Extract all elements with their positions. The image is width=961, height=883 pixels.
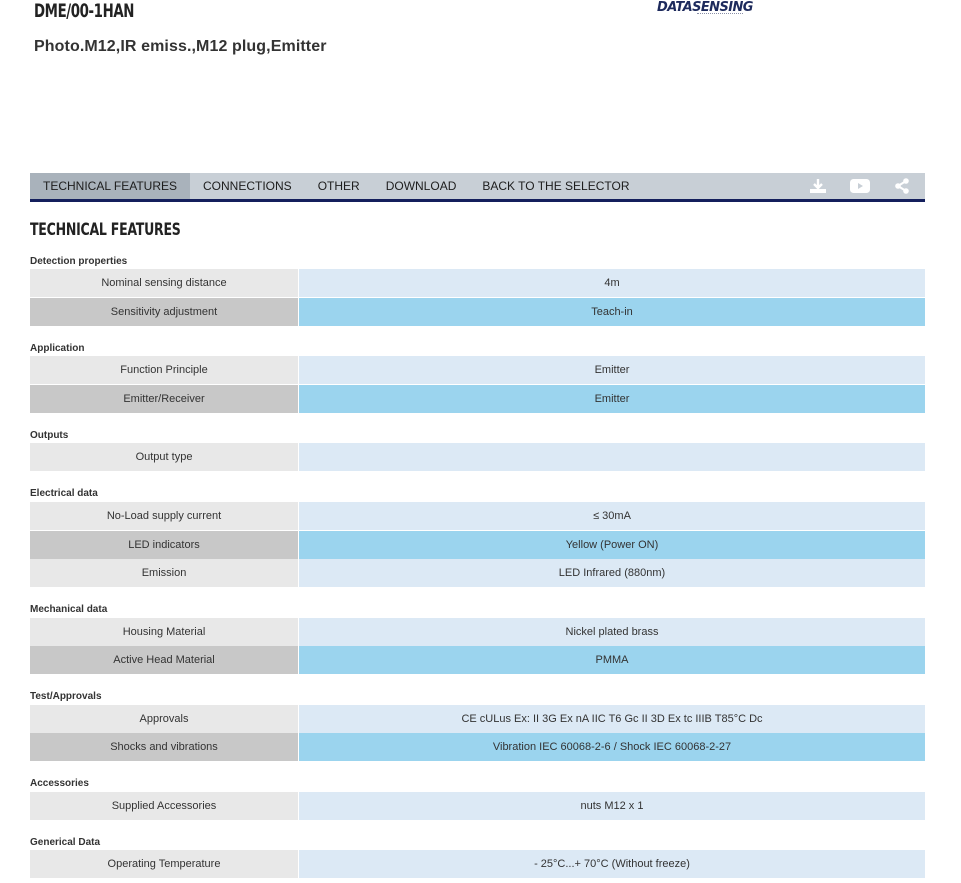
- row-value: - 25°C...+ 70°C (Without freeze): [299, 850, 925, 878]
- row-value: [299, 443, 925, 471]
- table-row: Emission LED Infrared (880nm): [30, 559, 925, 587]
- group-title-test-approvals: Test/Approvals: [30, 691, 102, 702]
- group-title-mechanical-data: Mechanical data: [30, 604, 108, 615]
- table-row: Housing Material Nickel plated brass: [30, 618, 925, 646]
- datasensing-logo[interactable]: DATASENSING: [657, 0, 753, 20]
- row-value: CE cULus Ex: II 3G Ex nA IIC T6 Gc II 3D…: [299, 705, 925, 733]
- tab-connections[interactable]: CONNECTIONS: [190, 173, 305, 199]
- row-value: Teach-in: [299, 298, 925, 326]
- row-label: No-Load supply current: [30, 502, 299, 530]
- row-label: Function Principle: [30, 356, 299, 384]
- table-row: Approvals CE cULus Ex: II 3G Ex nA IIC T…: [30, 705, 925, 733]
- group-title-detection-properties: Detection properties: [30, 256, 128, 267]
- row-label: LED indicators: [30, 531, 299, 559]
- row-value: PMMA: [299, 646, 925, 674]
- tab-download[interactable]: DOWNLOAD: [373, 173, 470, 199]
- tab-bar: TECHNICAL FEATURES CONNECTIONS OTHER DOW…: [30, 173, 925, 202]
- row-label: Sensitivity adjustment: [30, 298, 299, 326]
- row-label: Supplied Accessories: [30, 792, 299, 820]
- group-title-electrical-data: Electrical data: [30, 488, 98, 499]
- group-title-outputs: Outputs: [30, 430, 69, 441]
- tab-other[interactable]: OTHER: [305, 173, 373, 199]
- row-label: Operating Temperature: [30, 850, 299, 878]
- row-value: ≤ 30mA: [299, 502, 925, 530]
- section-title: TECHNICAL FEATURES: [30, 220, 181, 240]
- video-icon[interactable]: [849, 173, 871, 199]
- group-title-generical-data: Generical Data: [30, 837, 101, 848]
- table-row: Nominal sensing distance 4m: [30, 269, 925, 297]
- download-icon[interactable]: [807, 173, 829, 199]
- row-label: Approvals: [30, 705, 299, 733]
- row-label: Active Head Material: [30, 646, 299, 674]
- row-value: 4m: [299, 269, 925, 297]
- table-row: Shocks and vibrations Vibration IEC 6006…: [30, 733, 925, 761]
- table-row: Operating Temperature - 25°C...+ 70°C (W…: [30, 850, 925, 878]
- tab-back-to-selector[interactable]: BACK TO THE SELECTOR: [469, 173, 642, 199]
- table-row: Output type: [30, 443, 925, 471]
- row-value: Vibration IEC 60068-2-6 / Shock IEC 6006…: [299, 733, 925, 761]
- table-row: LED indicators Yellow (Power ON): [30, 531, 925, 559]
- row-value: Emitter: [299, 356, 925, 384]
- table-row: Function Principle Emitter: [30, 356, 925, 384]
- table-row: No-Load supply current ≤ 30mA: [30, 502, 925, 530]
- table-row: Sensitivity adjustment Teach-in: [30, 298, 925, 326]
- table-row: Active Head Material PMMA: [30, 646, 925, 674]
- table-row: Supplied Accessories nuts M12 x 1: [30, 792, 925, 820]
- row-label: Output type: [30, 443, 299, 471]
- product-code: DME/00-1HAN: [34, 0, 135, 22]
- row-value: LED Infrared (880nm): [299, 559, 925, 587]
- product-description: Photo.M12,IR emiss.,M12 plug,Emitter: [34, 38, 327, 55]
- row-label: Emitter/Receiver: [30, 385, 299, 413]
- logo-tagline-mark: [697, 13, 743, 16]
- row-label: Housing Material: [30, 618, 299, 646]
- row-label: Nominal sensing distance: [30, 269, 299, 297]
- row-label: Emission: [30, 559, 299, 587]
- row-value: Emitter: [299, 385, 925, 413]
- row-label: Shocks and vibrations: [30, 733, 299, 761]
- tab-bar-actions: [807, 173, 913, 199]
- share-icon[interactable]: [891, 173, 913, 199]
- row-value: nuts M12 x 1: [299, 792, 925, 820]
- row-value: Yellow (Power ON): [299, 531, 925, 559]
- row-value: Nickel plated brass: [299, 618, 925, 646]
- group-title-accessories: Accessories: [30, 778, 89, 789]
- table-row: Emitter/Receiver Emitter: [30, 385, 925, 413]
- tab-technical-features[interactable]: TECHNICAL FEATURES: [30, 173, 191, 199]
- group-title-application: Application: [30, 343, 85, 354]
